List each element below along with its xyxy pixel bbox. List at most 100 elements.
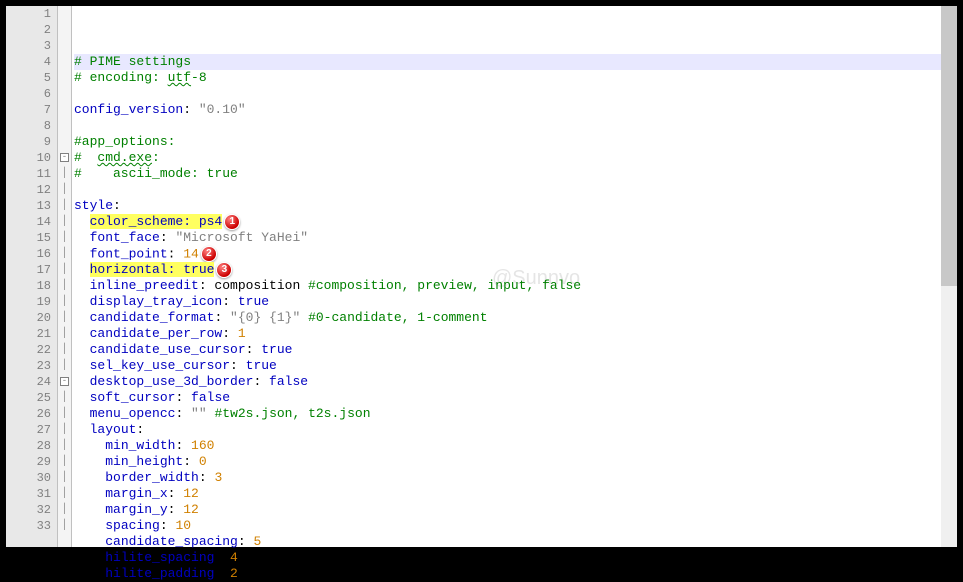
fold-guide bbox=[58, 118, 71, 134]
token: : bbox=[168, 502, 184, 517]
line-number: 17 bbox=[6, 262, 51, 278]
token: candidate_format bbox=[90, 310, 215, 325]
token: : bbox=[136, 422, 144, 437]
token: 12 bbox=[183, 486, 199, 501]
fold-gutter[interactable]: -│││││││││││││-│││││││││ bbox=[58, 6, 72, 547]
code-line[interactable]: hilite_spacing: 4 bbox=[74, 550, 941, 566]
token: -8 bbox=[191, 70, 207, 85]
fold-guide: │ bbox=[58, 262, 71, 278]
token: : bbox=[214, 550, 230, 565]
token: : bbox=[222, 326, 238, 341]
token: : bbox=[168, 486, 184, 501]
line-number: 16 bbox=[6, 246, 51, 262]
code-line[interactable]: candidate_format: "{0} {1}" #0-candidate… bbox=[74, 310, 941, 326]
token: : bbox=[199, 470, 215, 485]
token: 160 bbox=[191, 438, 214, 453]
line-number-gutter: 1234567891011121314151617181920212223242… bbox=[6, 6, 58, 547]
fold-guide: │ bbox=[58, 438, 71, 454]
vertical-scrollbar-thumb[interactable] bbox=[941, 6, 957, 286]
code-line[interactable]: min_width: 160 bbox=[74, 438, 941, 454]
fold-guide: │ bbox=[58, 518, 71, 534]
code-line[interactable]: margin_x: 12 bbox=[74, 486, 941, 502]
code-line[interactable] bbox=[74, 118, 941, 134]
fold-guide: │ bbox=[58, 390, 71, 406]
code-line[interactable] bbox=[74, 86, 941, 102]
token: min_height bbox=[105, 454, 183, 469]
token bbox=[300, 310, 308, 325]
fold-toggle-icon[interactable]: - bbox=[58, 374, 71, 390]
code-line[interactable]: margin_y: 12 bbox=[74, 502, 941, 518]
token: min_width bbox=[105, 438, 175, 453]
line-number: 8 bbox=[6, 118, 51, 134]
fold-guide: │ bbox=[58, 214, 71, 230]
token: spacing bbox=[105, 518, 160, 533]
code-line[interactable]: menu_opencc: "" #tw2s.json, t2s.json bbox=[74, 406, 941, 422]
token: : bbox=[183, 454, 199, 469]
token: : bbox=[238, 534, 254, 549]
token: : bbox=[152, 150, 160, 165]
line-number: 3 bbox=[6, 38, 51, 54]
code-line[interactable]: # encoding: utf-8 bbox=[74, 70, 941, 86]
line-number: 15 bbox=[6, 230, 51, 246]
line-number: 32 bbox=[6, 502, 51, 518]
fold-guide: │ bbox=[58, 486, 71, 502]
token: # bbox=[74, 150, 97, 165]
annotation-badge-3: 3 bbox=[216, 262, 232, 278]
code-line[interactable]: soft_cursor: false bbox=[74, 390, 941, 406]
line-number: 30 bbox=[6, 470, 51, 486]
fold-guide: │ bbox=[58, 358, 71, 374]
fold-guide: │ bbox=[58, 310, 71, 326]
code-line[interactable]: spacing: 10 bbox=[74, 518, 941, 534]
code-area[interactable]: @Sunnvo # PIME settings# encoding: utf-8… bbox=[72, 6, 941, 547]
annotation-badge-1: 1 bbox=[224, 214, 240, 230]
code-line[interactable]: candidate_use_cursor: true bbox=[74, 342, 941, 358]
code-line[interactable]: # ascii_mode: true bbox=[74, 166, 941, 182]
token: : bbox=[160, 518, 176, 533]
fold-toggle-icon[interactable]: - bbox=[58, 150, 71, 166]
fold-guide: │ bbox=[58, 342, 71, 358]
code-line[interactable]: inline_preedit: composition #composition… bbox=[74, 278, 941, 294]
code-line[interactable]: style: bbox=[74, 198, 941, 214]
code-line[interactable]: hilite_padding: 2 bbox=[74, 566, 941, 582]
token bbox=[74, 118, 82, 133]
token: # encoding: bbox=[74, 70, 168, 85]
token: 2 bbox=[230, 566, 238, 581]
fold-guide: │ bbox=[58, 230, 71, 246]
code-line[interactable]: #app_options: bbox=[74, 134, 941, 150]
token: true bbox=[238, 294, 269, 309]
token: font_face bbox=[90, 230, 160, 245]
token bbox=[74, 86, 82, 101]
code-line[interactable]: desktop_use_3d_border: false bbox=[74, 374, 941, 390]
code-line[interactable]: sel_key_use_cursor: true bbox=[74, 358, 941, 374]
code-line[interactable]: color_scheme: ps41 bbox=[74, 214, 941, 230]
code-line[interactable]: candidate_spacing: 5 bbox=[74, 534, 941, 550]
token: : bbox=[230, 358, 246, 373]
token: style bbox=[74, 198, 113, 213]
code-line[interactable]: font_face: "Microsoft YaHei" bbox=[74, 230, 941, 246]
code-line[interactable]: font_point: 142 bbox=[74, 246, 941, 262]
token: cmd.exe bbox=[97, 150, 152, 165]
fold-guide bbox=[58, 86, 71, 102]
fold-guide: │ bbox=[58, 406, 71, 422]
code-line[interactable]: min_height: 0 bbox=[74, 454, 941, 470]
line-number: 18 bbox=[6, 278, 51, 294]
fold-guide bbox=[58, 70, 71, 86]
code-line[interactable]: layout: bbox=[74, 422, 941, 438]
code-line[interactable]: candidate_per_row: 1 bbox=[74, 326, 941, 342]
code-line[interactable]: # cmd.exe: bbox=[74, 150, 941, 166]
fold-guide: │ bbox=[58, 246, 71, 262]
token: #composition, preview, input, false bbox=[308, 278, 581, 293]
code-line[interactable]: display_tray_icon: true bbox=[74, 294, 941, 310]
line-number: 31 bbox=[6, 486, 51, 502]
token: desktop_use_3d_border bbox=[90, 374, 254, 389]
code-line[interactable]: # PIME settings bbox=[74, 54, 941, 70]
code-line[interactable]: horizontal: true3 bbox=[74, 262, 941, 278]
token: inline_preedit bbox=[90, 278, 199, 293]
token: : bbox=[183, 102, 199, 117]
code-line[interactable]: config_version: "0.10" bbox=[74, 102, 941, 118]
token: candidate_spacing bbox=[105, 534, 238, 549]
code-line[interactable]: border_width: 3 bbox=[74, 470, 941, 486]
code-line[interactable] bbox=[74, 182, 941, 198]
code-editor[interactable]: 1234567891011121314151617181920212223242… bbox=[6, 6, 957, 547]
token: : bbox=[214, 310, 230, 325]
